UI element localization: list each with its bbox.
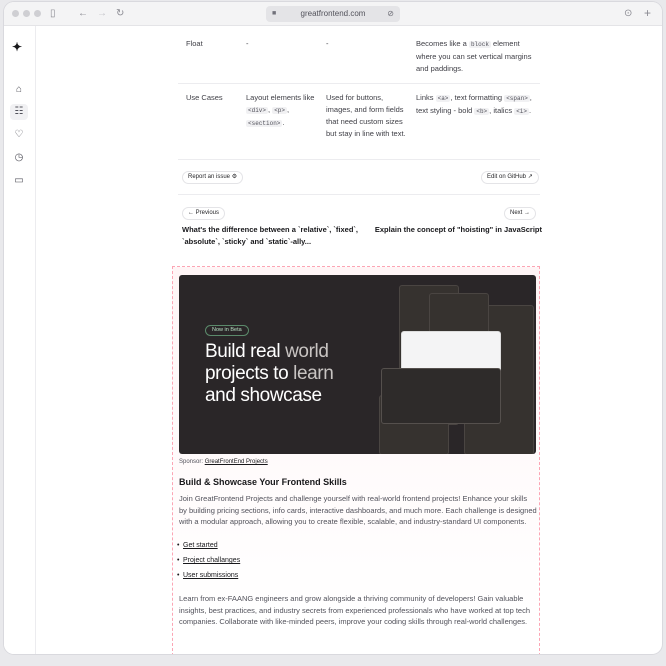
download-icon[interactable]: ⊙ [624, 7, 632, 21]
sponsor-paragraph: Learn from ex-FAANG engineers and grow a… [179, 594, 531, 626]
previous-question-link[interactable]: What's the difference between a `relativ… [182, 224, 362, 248]
forward-arrow-icon[interactable]: → [97, 7, 107, 21]
main-content: Float - - Becomes like a block element w… [36, 26, 662, 654]
inline-block-cell: Used for buttons, images, and form field… [326, 93, 406, 138]
sidebar-toggle-icon[interactable]: ▯ [50, 7, 56, 21]
next-question-link[interactable]: Explain the concept of "hoisting" in Jav… [372, 224, 542, 236]
beta-badge: Now in Beta [205, 325, 249, 336]
row-label: Float [186, 39, 203, 48]
next-button[interactable]: Next → [504, 207, 537, 220]
user-submissions-link[interactable]: User submissions [177, 572, 238, 579]
sponsor-link[interactable]: GreatFrontEnd Projects [205, 459, 268, 465]
book-icon[interactable]: ▭ [10, 173, 28, 189]
row-label: Use Cases [186, 93, 223, 102]
reload-icon[interactable]: ↻ [116, 7, 124, 21]
block-cell: Becomes like a block element where you c… [416, 39, 532, 73]
sponsor-banner[interactable]: Now in Beta Build real world projects to… [179, 275, 536, 454]
clock-icon[interactable]: ◷ [10, 150, 28, 166]
address-bar[interactable]: ■ greatfrontend.com ⊘ [266, 6, 400, 22]
questions-list-icon[interactable]: ☷ [10, 104, 28, 120]
browser-toolbar: ▯ ← → ↻ ■ greatfrontend.com ⊘ ⊙ + [4, 2, 662, 26]
sponsor-paragraph: Join GreatFrontend Projects and challeng… [179, 494, 537, 526]
preview-card [381, 368, 501, 424]
previous-button[interactable]: ← Previous [182, 207, 226, 220]
divider [178, 194, 540, 195]
logo-icon[interactable]: ✦ [12, 40, 22, 54]
report-issue-button[interactable]: Report an issue ⚙ [182, 171, 244, 184]
browser-window: ▯ ← → ↻ ■ greatfrontend.com ⊘ ⊙ + ✦ ⌂ ☷ … [4, 2, 662, 654]
new-tab-icon[interactable]: + [644, 6, 651, 20]
thumbs-up-icon[interactable]: ♡ [10, 127, 28, 143]
lock-icon: ■ [272, 10, 277, 17]
url-text: greatfrontend.com [300, 9, 366, 18]
sponsor-title: Build & Showcase Your Frontend Skills [179, 477, 347, 487]
get-started-link[interactable]: Get started [177, 542, 218, 549]
table-row: Use Cases Layout elements like <div>, <p… [178, 84, 540, 160]
table-row: Float - - Becomes like a block element w… [178, 32, 540, 84]
inline-cell: - [246, 39, 249, 48]
back-arrow-icon[interactable]: ← [78, 7, 88, 21]
inline-cell: Layout elements like <div>, <p>, <sectio… [246, 93, 315, 127]
block-cell: Links <a>, text formatting <span>, text … [416, 93, 532, 115]
minimize-dot[interactable] [23, 10, 30, 17]
sponsor-section: Now in Beta Build real world projects to… [172, 266, 540, 654]
share-icon[interactable]: ⊘ [387, 6, 394, 22]
inline-block-cell: - [326, 39, 329, 48]
edit-on-github-button[interactable]: Edit on GitHub ↗ [481, 171, 539, 184]
maximize-dot[interactable] [34, 10, 41, 17]
banner-headline: Build real world projects to learn and s… [205, 341, 334, 406]
bug-icon: ⚙ [231, 174, 238, 180]
external-link-icon: ↗ [527, 174, 533, 180]
close-dot[interactable] [12, 10, 19, 17]
app-sidebar: ✦ ⌂ ☷ ♡ ◷ ▭ [4, 26, 36, 654]
home-icon[interactable]: ⌂ [10, 82, 28, 98]
sponsor-line: Sponsor: GreatFrontEnd Projects [179, 459, 268, 465]
project-challenges-link[interactable]: Project challanges [177, 557, 240, 564]
